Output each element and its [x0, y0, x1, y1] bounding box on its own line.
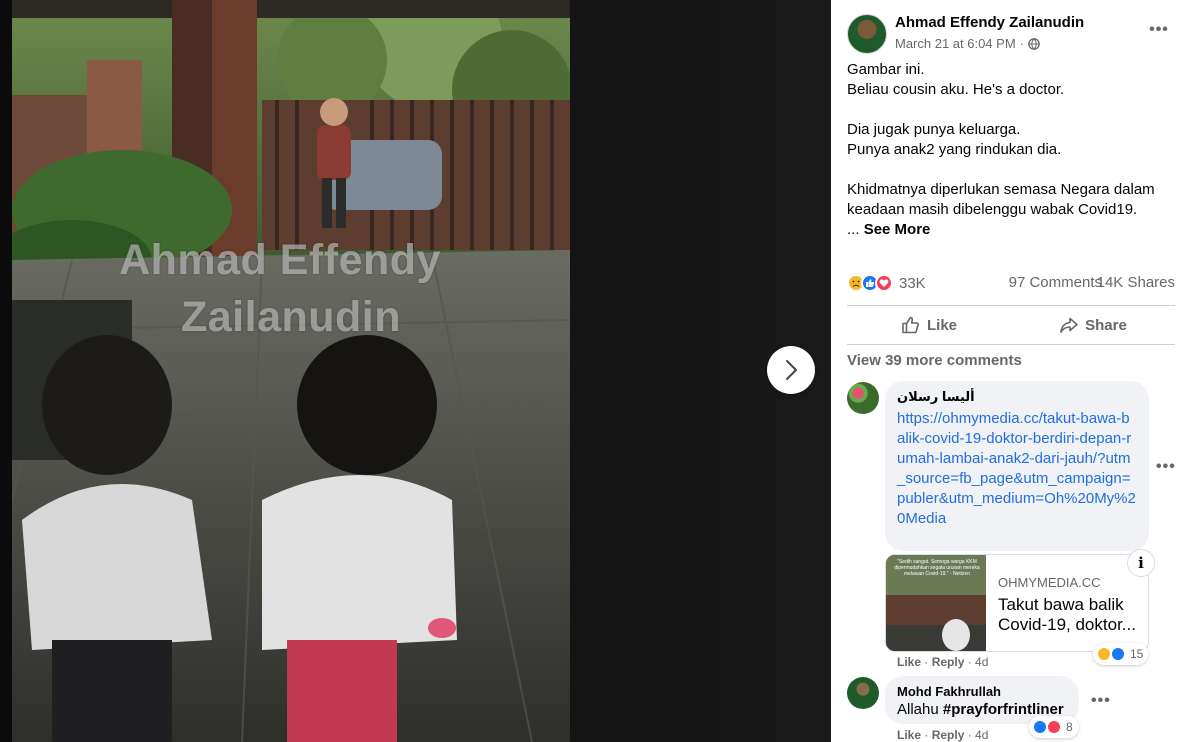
post-paragraph: Khidmatnya diperlukan semasa Negara dala…	[847, 181, 1155, 218]
comment-reactions[interactable]: 15	[1093, 643, 1149, 665]
more-dots-icon: •••	[1091, 692, 1111, 709]
link-preview-domain: OHMYMEDIA.CC	[998, 575, 1101, 590]
comment-reply-link[interactable]: Reply	[932, 655, 965, 669]
comment-like-link[interactable]: Like	[897, 655, 921, 669]
share-button[interactable]: Share	[1011, 306, 1175, 344]
link-preview-thumbnail: "Sedih sangat. Semoga warga KKM dipermud…	[886, 555, 986, 651]
next-photo-button[interactable]	[767, 346, 815, 394]
author-name[interactable]: Ahmad Effendy Zailanudin	[895, 14, 1084, 31]
post-timestamp[interactable]: March 21 at 6:04 PM	[895, 36, 1016, 51]
shares-count[interactable]: 14K Shares	[1097, 274, 1175, 291]
commenter-name[interactable]: أليسا رسلان	[897, 389, 1137, 405]
comment-options-button[interactable]: •••	[1156, 458, 1176, 476]
link-preview-title-line1: Takut bawa balik	[998, 595, 1124, 614]
share-arrow-icon	[1060, 317, 1078, 333]
photo-watermark-line2: Zailanudin	[181, 293, 401, 341]
comment-bubble: أليسا رسلان https://ohmymedia.cc/takut-b…	[885, 381, 1149, 551]
meta-separator: ·	[1019, 36, 1025, 51]
more-dots-icon: •••	[1156, 458, 1176, 475]
post-options-button[interactable]: •••	[1147, 18, 1171, 42]
comment-text-prefix: Allahu	[897, 701, 943, 718]
chevron-right-icon	[786, 360, 797, 380]
info-button[interactable]: i	[1127, 549, 1155, 577]
comment-reaction-count: 8	[1066, 720, 1073, 734]
comment-age[interactable]: 4d	[975, 728, 988, 742]
thumbnail-caption: "Sedih sangat. Semoga warga KKM dipermud…	[894, 559, 980, 577]
comment-actions: Like · Reply · 4d	[897, 655, 989, 669]
see-more-link[interactable]: See More	[864, 221, 931, 238]
post-paragraph: Dia jugak punya keluarga. Punya anak2 ya…	[847, 121, 1062, 158]
comment-reply-link[interactable]: Reply	[932, 728, 965, 742]
commenter-avatar[interactable]	[847, 677, 879, 709]
love-reaction-icon	[875, 274, 893, 292]
comment-reactions[interactable]: 8	[1029, 716, 1079, 738]
comments-count[interactable]: 97 Comments	[1009, 274, 1102, 291]
post-text: Gambar ini. Beliau cousin aku. He's a do…	[847, 60, 1177, 240]
post-photo: Ahmad Effendy Zailanudin	[12, 0, 570, 742]
post-action-bar: Like Share	[847, 305, 1175, 345]
view-more-comments-link[interactable]: View 39 more comments	[847, 352, 1022, 369]
link-preview-title: Takut bawa balik Covid-19, doktor...	[998, 595, 1138, 635]
comment-actions: Like · Reply · 4d	[897, 728, 989, 742]
post-paragraph: Gambar ini. Beliau cousin aku. He's a do…	[847, 61, 1065, 98]
like-label: Like	[926, 316, 957, 334]
like-reaction-icon	[1110, 646, 1126, 662]
comment-age[interactable]: 4d	[975, 655, 988, 669]
reaction-count[interactable]: 33K	[899, 275, 926, 292]
post-side-panel: Ahmad Effendy Zailanudin March 21 at 6:0…	[831, 0, 1191, 742]
see-more-line: ... See More	[847, 220, 1177, 240]
info-icon: i	[1138, 554, 1144, 572]
more-dots-icon: •••	[1149, 21, 1169, 38]
ellipsis: ...	[847, 221, 860, 238]
comment-reaction-count: 15	[1130, 647, 1144, 661]
author-avatar[interactable]	[847, 14, 887, 54]
like-button[interactable]: Like	[847, 306, 1011, 344]
photo-scene	[12, 0, 570, 742]
love-reaction-icon	[1046, 719, 1062, 735]
link-preview-card[interactable]: "Sedih sangat. Semoga warga KKM dipermud…	[885, 554, 1149, 652]
share-label: Share	[1085, 316, 1127, 334]
commenter-avatar[interactable]	[847, 382, 879, 414]
comment-options-button[interactable]: •••	[1091, 692, 1111, 710]
comment-link[interactable]: https://ohmymedia.cc/takut-bawa-balik-co…	[897, 409, 1137, 529]
thumbs-up-icon	[902, 316, 919, 334]
link-preview-title-line2: Covid-19, doktor...	[998, 615, 1136, 634]
photo-theater: Ahmad Effendy Zailanudin	[0, 0, 831, 742]
globe-icon	[1028, 37, 1040, 50]
post-meta: March 21 at 6:04 PM ·	[895, 36, 1040, 51]
commenter-name[interactable]: Mohd Fakhrullah	[897, 684, 1067, 699]
comment-like-link[interactable]: Like	[897, 728, 921, 742]
photo-watermark-line1: Ahmad Effendy	[119, 236, 441, 284]
